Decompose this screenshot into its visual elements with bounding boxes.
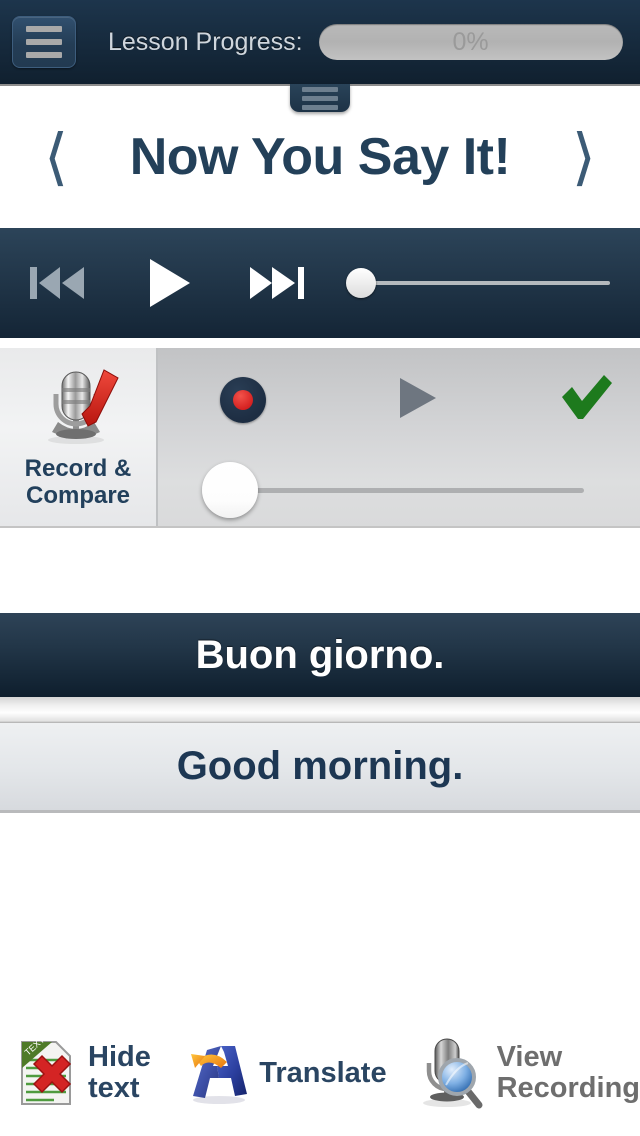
document-x-icon: TEXT — [14, 1038, 78, 1108]
hamburger-menu-icon[interactable] — [12, 16, 76, 68]
menu-bar-3 — [26, 52, 62, 58]
app-header: Lesson Progress: 0% — [0, 0, 640, 86]
phrase-divider — [0, 697, 640, 723]
audio-seek-slider[interactable] — [346, 261, 610, 305]
translate-button[interactable]: Translate — [179, 1038, 387, 1108]
native-phrase-row[interactable]: Good morning. — [0, 723, 640, 813]
record-compare-label-line2: Compare — [25, 481, 131, 509]
translate-letter-a-icon — [179, 1038, 249, 1108]
play-icon[interactable] — [148, 257, 192, 309]
microphone-magnifier-icon — [413, 1033, 487, 1113]
record-slider-knob[interactable] — [202, 462, 258, 518]
view-recording-label: View Recording — [497, 1042, 640, 1103]
microphone-check-icon — [32, 360, 124, 452]
record-dot — [233, 390, 253, 410]
record-compare-controls — [158, 348, 640, 452]
view-recording-label-line1: View — [496, 1041, 563, 1074]
record-compare-controls-area — [158, 348, 640, 526]
page-title: Now You Say It! — [129, 128, 511, 186]
hide-text-button[interactable]: TEXT Hide text — [14, 1038, 155, 1108]
translate-label: Translate — [259, 1056, 387, 1089]
menu-bar-2 — [26, 39, 62, 45]
green-checkmark-icon[interactable] — [558, 373, 614, 428]
target-phrase-text: Buon giorno. — [195, 632, 445, 677]
handle-bar-1 — [302, 86, 338, 92]
play-triangle-icon[interactable] — [396, 374, 440, 427]
drawer-handle-icon[interactable] — [290, 84, 350, 112]
lesson-progress-value: 0% — [452, 27, 489, 56]
record-compare-button[interactable]: Record & Compare — [0, 348, 158, 526]
record-compare-label: Record & Compare — [24, 455, 132, 510]
handle-bar-2 — [302, 95, 338, 101]
lesson-progress-bar[interactable]: 0% — [318, 24, 623, 60]
native-phrase-text: Good morning. — [176, 744, 464, 788]
target-phrase-row[interactable]: Buon giorno. — [0, 613, 640, 697]
record-slider-track — [234, 487, 584, 493]
view-recording-button[interactable]: View Recording — [413, 1033, 640, 1113]
view-recording-label-line2: Recording — [496, 1072, 640, 1104]
audio-player-bar — [0, 228, 640, 338]
hide-text-label: Hide text — [88, 1041, 151, 1104]
record-compare-label-line1: Record & — [24, 455, 132, 482]
bottom-toolbar: TEXT Hide text Translate View Recording — [0, 1010, 640, 1136]
menu-bar-1 — [26, 26, 62, 32]
lesson-progress-label: Lesson Progress: — [108, 27, 303, 56]
record-compare-panel: Record & Compare — [0, 348, 640, 528]
chevron-right-icon[interactable]: ⟩ — [572, 126, 596, 188]
skip-backward-icon[interactable] — [28, 259, 86, 307]
seek-track — [360, 281, 610, 285]
seek-knob[interactable] — [346, 268, 376, 298]
skip-forward-icon[interactable] — [250, 259, 306, 307]
chevron-left-icon[interactable]: ⟨ — [44, 126, 68, 188]
record-playback-slider[interactable] — [158, 452, 640, 528]
record-dot-icon[interactable] — [220, 377, 266, 423]
handle-bar-3 — [302, 104, 338, 110]
